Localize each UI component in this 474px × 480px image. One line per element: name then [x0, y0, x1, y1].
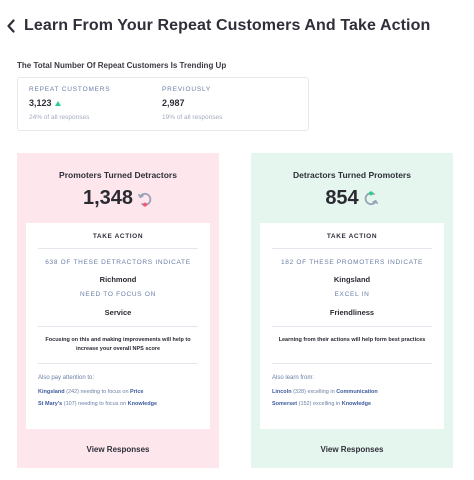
topic-link[interactable]: Communication: [336, 389, 378, 395]
action-note: Focusing on this and making improvements…: [45, 337, 191, 352]
panel-count: 854: [325, 187, 359, 209]
panel-count-wrap: 854: [251, 187, 453, 210]
divider: [272, 363, 432, 364]
trend-subtitle: The Total Number Of Repeat Customers Is …: [17, 61, 227, 70]
divider: [38, 248, 198, 249]
divider: [272, 248, 432, 249]
stat-previously: PREVIOUSLY 2,987 19% of all responses: [162, 86, 222, 121]
promoters-turned-detractors-panel: Promoters Turned Detractors 1,348 TAKE A…: [17, 153, 219, 468]
location-name: Kingsland: [333, 275, 371, 284]
indicate-text: 638 OF THESE DETRACTORS INDICATE: [45, 259, 191, 266]
take-action-card: TAKE ACTION 182 OF THESE PROMOTERS INDIC…: [260, 223, 444, 429]
list-item-text: (152) excelling in: [297, 401, 342, 407]
view-responses-button[interactable]: View Responses: [17, 445, 219, 454]
also-label: Also pay attention to:: [38, 375, 95, 381]
stat-subtext: 24% of all responses: [29, 114, 90, 121]
list-item: Kingsland (242) needing to focus on Pric…: [38, 389, 144, 395]
focus-area: Service: [104, 308, 132, 317]
location-name: Richmond: [99, 275, 137, 284]
divider: [272, 326, 432, 327]
list-item: St Mary's (107) needing to focus on Know…: [38, 401, 157, 407]
stat-value: 3,123: [29, 98, 52, 108]
view-responses-button[interactable]: View Responses: [251, 445, 453, 454]
panel-title: Promoters Turned Detractors: [59, 170, 177, 180]
repeat-customer-stats: REPEAT CUSTOMERS 3,123 24% of all respon…: [17, 77, 309, 131]
detractors-turned-promoters-panel: Detractors Turned Promoters 854 TAKE ACT…: [251, 153, 453, 468]
location-link[interactable]: Somerset: [272, 401, 297, 407]
panel-count: 1,348: [82, 187, 134, 209]
page-header: Learn From Your Repeat Customers And Tak…: [6, 17, 430, 35]
topic-link[interactable]: Knowledge: [128, 401, 157, 407]
stat-label: PREVIOUSLY: [162, 86, 212, 93]
topic-link[interactable]: Price: [130, 389, 143, 395]
list-item: Somerset (152) excelling in Knowledge: [272, 401, 371, 407]
trend-up-icon: [54, 100, 61, 106]
stat-value-wrap: 2,987: [162, 98, 222, 108]
location-link[interactable]: Kingsland: [38, 389, 65, 395]
list-item: Lincoln (328) excelling in Communication: [272, 389, 378, 395]
topic-link[interactable]: Knowledge: [342, 401, 371, 407]
take-action-heading: TAKE ACTION: [92, 233, 144, 240]
list-item-text: (328) excelling in: [291, 389, 337, 395]
take-action-card: TAKE ACTION 638 OF THESE DETRACTORS INDI…: [26, 223, 210, 429]
decline-cycle-icon: [138, 192, 152, 207]
improve-cycle-icon: [364, 190, 378, 205]
list-item-text: (242) needing to focus on: [64, 389, 131, 395]
list-item-text: (107) needing to focus on: [62, 401, 128, 407]
indicate-text: 182 OF THESE PROMOTERS INDICATE: [280, 259, 424, 266]
stat-label: REPEAT CUSTOMERS: [29, 86, 111, 93]
divider: [38, 363, 198, 364]
panel-title: Detractors Turned Promoters: [293, 170, 411, 180]
stat-subtext: 19% of all responses: [162, 114, 223, 121]
stat-value-wrap: 3,123: [29, 98, 110, 108]
excel-area: Friendliness: [329, 308, 375, 317]
also-label: Also learn from:: [272, 375, 315, 381]
focus-label: NEED TO FOCUS ON: [80, 291, 156, 298]
back-chevron-icon[interactable]: [6, 17, 20, 35]
location-link[interactable]: Lincoln: [272, 389, 292, 395]
stat-value: 2,987: [162, 98, 185, 108]
page-title: Learn From Your Repeat Customers And Tak…: [24, 17, 431, 34]
action-note: Learning from their actions will help fo…: [278, 337, 426, 343]
take-action-heading: TAKE ACTION: [326, 233, 378, 240]
stat-repeat-customers: REPEAT CUSTOMERS 3,123 24% of all respon…: [29, 86, 110, 121]
panel-count-wrap: 1,348: [17, 187, 219, 210]
location-link[interactable]: St Mary's: [38, 401, 62, 407]
divider: [38, 326, 198, 327]
excel-label: EXCEL IN: [334, 291, 370, 298]
